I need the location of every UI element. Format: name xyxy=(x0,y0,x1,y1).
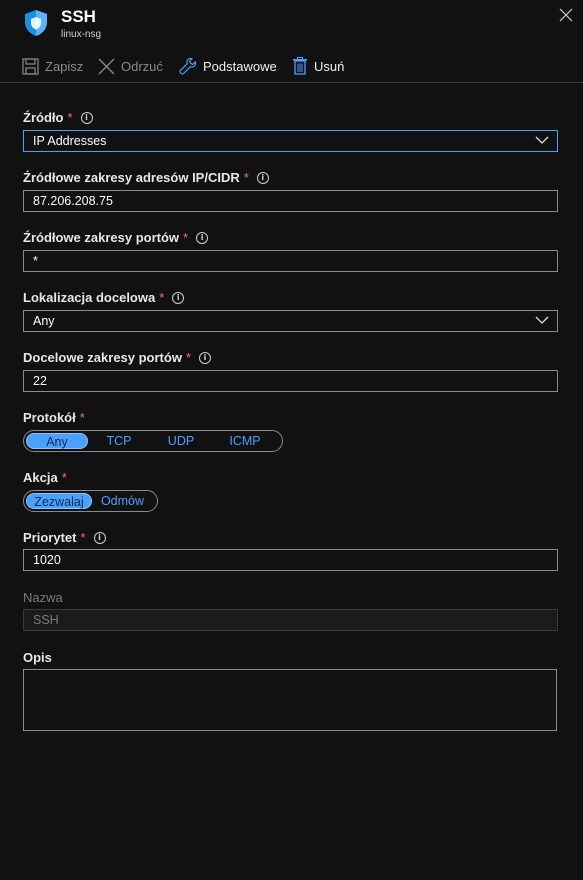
source-value: IP Addresses xyxy=(33,134,107,148)
description-label: Opis xyxy=(23,650,52,665)
command-bar: Zapisz Odrzuć Podstawowe Usuń xyxy=(0,52,583,80)
protocol-option-icmp[interactable]: ICMP xyxy=(212,433,278,449)
protocol-option-any[interactable]: Any xyxy=(26,433,88,449)
discard-label: Odrzuć xyxy=(121,58,163,74)
required-mark: * xyxy=(183,230,189,245)
delete-button[interactable]: Usuń xyxy=(292,56,344,76)
header-divider xyxy=(0,82,583,83)
source-ports-label: Źródłowe zakresy portów * i xyxy=(23,230,209,245)
info-icon[interactable]: i xyxy=(172,291,185,304)
discard-icon xyxy=(98,58,115,74)
close-icon[interactable] xyxy=(559,8,573,22)
protocol-option-tcp[interactable]: TCP xyxy=(88,433,150,449)
priority-label-text: Priorytet xyxy=(23,530,77,545)
dest-ports-label-text: Docelowe zakresy portów xyxy=(23,350,182,365)
blade-header: SSH linux-nsg xyxy=(0,0,583,48)
protocol-label: Protokół * xyxy=(23,410,85,425)
source-ports-input[interactable]: * xyxy=(23,250,558,272)
required-mark: * xyxy=(61,470,67,485)
destination-value: Any xyxy=(33,314,55,328)
info-icon[interactable]: i xyxy=(93,531,106,544)
info-icon[interactable]: i xyxy=(199,351,212,364)
source-cidr-label-text: Źródłowe zakresy adresów IP/CIDR xyxy=(23,170,240,185)
basic-button[interactable]: Podstawowe xyxy=(179,56,277,76)
protocol-label-text: Protokół xyxy=(23,410,76,425)
info-icon[interactable]: i xyxy=(196,231,209,244)
chevron-down-icon xyxy=(535,136,549,144)
action-label-text: Akcja xyxy=(23,470,58,485)
wrench-icon xyxy=(179,57,197,75)
basic-label: Podstawowe xyxy=(203,58,277,74)
info-icon[interactable]: i xyxy=(256,171,269,184)
save-button[interactable]: Zapisz xyxy=(22,56,83,76)
priority-input[interactable]: 1020 xyxy=(23,549,558,571)
name-value: SSH xyxy=(33,613,59,627)
source-label-text: Źródło xyxy=(23,110,64,125)
source-cidr-label: Źródłowe zakresy adresów IP/CIDR * i xyxy=(23,170,269,185)
protocol-option-udp[interactable]: UDP xyxy=(150,433,212,449)
protocol-toggle: Any TCP UDP ICMP xyxy=(23,430,283,452)
description-label-text: Opis xyxy=(23,650,52,665)
dest-ports-value: 22 xyxy=(33,374,47,388)
source-ports-label-text: Źródłowe zakresy portów xyxy=(23,230,180,245)
save-icon xyxy=(22,57,39,75)
discard-button[interactable]: Odrzuć xyxy=(98,56,163,76)
shield-icon xyxy=(25,10,47,36)
dest-ports-input[interactable]: 22 xyxy=(23,370,558,392)
required-mark: * xyxy=(80,530,86,545)
save-label: Zapisz xyxy=(45,58,84,74)
required-mark: * xyxy=(185,350,192,365)
description-textarea[interactable] xyxy=(23,669,557,731)
priority-label: Priorytet * i xyxy=(23,530,106,545)
required-mark: * xyxy=(67,110,73,125)
source-cidr-input[interactable]: 87.206.208.75 xyxy=(23,190,558,212)
required-mark: * xyxy=(243,170,249,185)
chevron-down-icon xyxy=(535,316,549,324)
dest-ports-label: Docelowe zakresy portów * i xyxy=(23,350,212,365)
source-select[interactable]: IP Addresses xyxy=(23,130,558,152)
page-title: SSH xyxy=(61,7,96,26)
source-ports-value: * xyxy=(33,254,38,268)
name-input: SSH xyxy=(23,609,558,631)
page-subtitle: linux-nsg xyxy=(61,29,102,40)
destination-select[interactable]: Any xyxy=(23,310,558,332)
action-label: Akcja * xyxy=(23,470,67,485)
delete-label: Usuń xyxy=(314,58,345,74)
action-option-allow[interactable]: Zezwalaj xyxy=(26,493,92,509)
required-mark: * xyxy=(159,290,165,305)
source-cidr-value: 87.206.208.75 xyxy=(33,194,113,208)
action-option-deny[interactable]: Odmów xyxy=(92,493,153,509)
destination-label-text: Lokalizacja docelowa xyxy=(23,290,156,305)
priority-value: 1020 xyxy=(33,553,61,567)
name-label-text: Nazwa xyxy=(23,590,63,605)
trash-icon xyxy=(293,57,307,75)
source-label: Źródło * i xyxy=(23,110,93,125)
name-label: Nazwa xyxy=(23,590,63,605)
required-mark: * xyxy=(79,410,85,425)
destination-label: Lokalizacja docelowa * i xyxy=(23,290,185,305)
info-icon[interactable]: i xyxy=(80,111,93,124)
action-toggle: Zezwalaj Odmów xyxy=(23,490,158,512)
